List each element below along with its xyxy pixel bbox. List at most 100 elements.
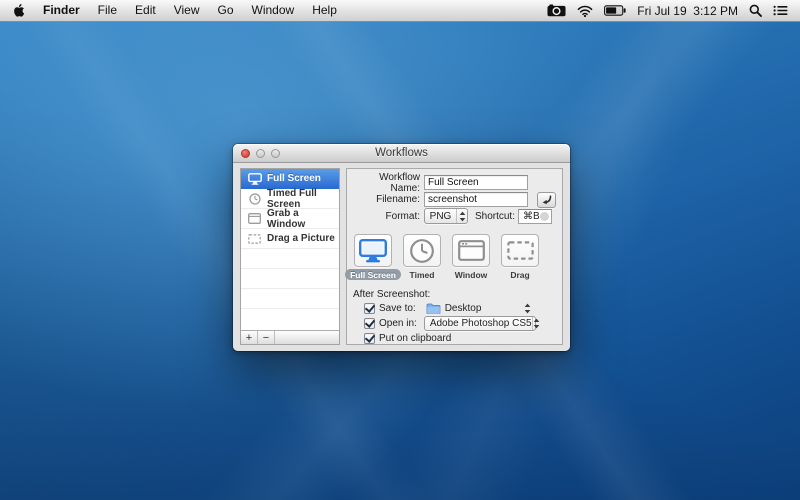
workflow-detail-panel: Workflow Name: Filename: Format: PNG [346,168,563,345]
menu-extras-status-item[interactable] [773,5,788,16]
sidebar-item-drag-a-picture[interactable]: Drag a Picture [241,229,339,249]
wifi-icon [577,5,593,17]
window-icon [458,240,485,261]
open-in-popup[interactable]: Adobe Photoshop CS5 [424,316,536,331]
filename-row: Filename: [352,192,557,207]
mode-drag-button[interactable] [501,234,539,267]
mode-drag: Drag [499,234,541,280]
sidebar-item-full-screen[interactable]: Full Screen [241,169,339,189]
display-icon [247,173,262,185]
drag-rect-icon [507,241,534,260]
menu-finder[interactable]: Finder [34,0,89,21]
open-in-row: Open in: Adobe Photoshop CS5 [364,316,557,331]
camera-status-item[interactable] [547,4,566,17]
mode-timed-button[interactable] [403,234,441,267]
filename-label: Filename: [352,194,424,205]
save-to-row: Save to: Desktop [364,303,557,314]
mode-label: Drag [505,269,534,280]
mode-full-screen: Full Screen [352,234,394,280]
sidebar-item-label: Timed Full Screen [267,188,339,210]
mode-full-screen-button[interactable] [354,234,392,267]
sidebar-item-label: Drag a Picture [267,233,335,244]
save-to-value: Desktop [445,303,482,314]
spotlight-search-icon [749,4,762,17]
window-titlebar[interactable]: Workflows [233,144,570,163]
workflows-window: Workflows Full Screen [233,144,570,351]
mode-window: Window [450,234,492,280]
filename-input[interactable] [424,192,528,207]
popup-arrows-icon [456,209,467,223]
battery-status-item[interactable] [604,5,626,16]
mode-timed: Timed [401,234,443,280]
shortcut-clear-button[interactable] [540,212,549,221]
add-workflow-button[interactable]: + [241,331,258,344]
apple-menu[interactable] [10,3,34,18]
format-shortcut-row: Format: PNG Shortcut: ⌘B [352,208,557,224]
save-to-label: Save to: [379,303,416,314]
sidebar-item-grab-a-window[interactable]: Grab a Window [241,209,339,229]
sidebar-item-label: Full Screen [267,173,321,184]
spotlight-status-item[interactable] [749,4,762,17]
capture-mode-buttons: Full Screen Timed [352,234,557,280]
clipboard-row: Put on clipboard [364,333,557,344]
sidebar-empty-row [241,249,339,269]
shortcut-field[interactable]: ⌘B [518,209,552,224]
clipboard-checkbox[interactable] [364,333,375,344]
format-label: Format: [352,211,424,222]
wifi-status-item[interactable] [577,5,593,17]
popup-arrows-icon [532,317,540,330]
format-popup[interactable]: PNG [424,208,468,224]
display-icon [359,239,387,263]
workflow-name-label: Workflow Name: [352,172,424,194]
after-screenshot-heading: After Screenshot: [353,289,557,300]
menu-bar: Finder File Edit View Go Window Help [0,0,800,22]
workflow-name-row: Workflow Name: [352,174,557,191]
mode-label: Window [450,269,493,280]
window-icon [247,213,262,224]
clock-icon [247,193,262,205]
folder-icon [426,303,441,314]
zoom-button[interactable] [271,149,280,158]
workflow-name-input[interactable] [424,175,528,190]
menu-edit[interactable]: Edit [126,0,165,21]
menu-help[interactable]: Help [303,0,346,21]
menu-list-icon [773,5,788,16]
minimize-button[interactable] [256,149,265,158]
drag-rect-icon [247,234,262,244]
clipboard-label: Put on clipboard [379,333,451,344]
battery-icon [604,5,626,16]
menu-window[interactable]: Window [243,0,304,21]
sidebar-footer: + − [241,330,339,344]
remove-workflow-button[interactable]: − [258,331,275,344]
window-title: Workflows [375,147,428,159]
mode-label: Full Screen [345,269,401,280]
shortcut-value: ⌘B [523,211,540,222]
menu-bar-clock[interactable]: Fri Jul 19 3:12 PM [637,4,738,18]
apple-icon [12,3,25,18]
workflow-list-sidebar: Full Screen Timed Full Screen [240,168,340,345]
curved-arrow-icon [541,195,552,206]
workflow-list: Full Screen Timed Full Screen [241,169,339,330]
sidebar-empty-row [241,289,339,309]
save-to-arrows-icon[interactable] [524,303,531,314]
clock-icon [409,238,435,264]
menu-go[interactable]: Go [209,0,243,21]
close-button[interactable] [241,149,250,158]
sidebar-empty-row [241,269,339,289]
open-in-label: Open in: [379,318,417,329]
mode-window-button[interactable] [452,234,490,267]
open-in-checkbox[interactable] [364,318,375,329]
shortcut-label: Shortcut: [472,211,518,222]
save-to-checkbox[interactable] [364,303,375,314]
save-to-popup[interactable]: Desktop [426,303,482,314]
menu-view[interactable]: View [165,0,209,21]
window-content: Full Screen Timed Full Screen [233,163,570,351]
sidebar-item-timed-full-screen[interactable]: Timed Full Screen [241,189,339,209]
sidebar-item-label: Grab a Window [267,208,339,230]
camera-icon [547,4,566,17]
filename-token-button[interactable] [537,192,556,208]
mode-label: Timed [405,269,440,280]
menu-file[interactable]: File [89,0,126,21]
format-value: PNG [425,211,456,222]
open-in-value: Adobe Photoshop CS5 [430,318,532,329]
